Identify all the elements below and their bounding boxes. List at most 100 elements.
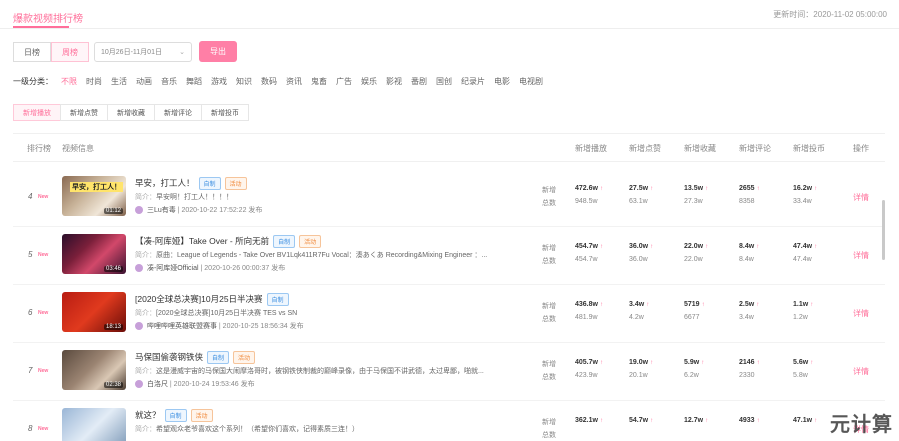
category-item[interactable]: 知识	[236, 76, 252, 87]
coin-total: 47.4w	[793, 256, 812, 263]
up-arrow-icon: ↑	[756, 302, 760, 308]
category-item[interactable]: 国创	[436, 76, 452, 87]
day-rank-button[interactable]: 日榜	[13, 42, 51, 62]
table-row[interactable]: 4 New 早安，打工人！ 01:12 早安，打工人！ 自制 活动 简介：早安啊！打…	[0, 170, 899, 227]
coin-increase: 16.2w ↑	[793, 185, 818, 192]
table-row[interactable]: 7 New 02:38 马保国偷袭钢铁侠 自制 活动 简介：这是漫威宇宙的马保国大闹…	[0, 344, 899, 401]
avatar[interactable]	[135, 380, 143, 389]
uploader-name[interactable]: 凑-阿库娅Official	[147, 265, 199, 272]
total-label: 总数	[542, 316, 556, 323]
video-thumbnail[interactable]: 03:46	[62, 234, 126, 274]
new-badge: New	[38, 426, 49, 432]
category-item[interactable]: 生活	[111, 76, 127, 87]
event-badge: 活动	[233, 351, 256, 365]
video-title[interactable]: 就这？ 自制 活动	[135, 409, 213, 423]
uploader-name[interactable]: 三Lu有毒	[147, 207, 176, 214]
category-item[interactable]: 不限	[61, 76, 77, 87]
coin-total: 33.4w	[793, 198, 812, 205]
metric-tab[interactable]: 新增投币	[201, 104, 249, 121]
divider	[13, 161, 885, 162]
comment-increase: 4933 ↑	[739, 417, 760, 424]
play-increase: 405.7w ↑	[575, 359, 603, 366]
detail-link[interactable]: 详情	[853, 250, 869, 261]
up-arrow-icon: ↑	[756, 360, 760, 366]
category-item[interactable]: 游戏	[211, 76, 227, 87]
up-arrow-icon: ↑	[810, 360, 814, 366]
video-meta: 三Lu有毒 | 2020-10-22 17:52:22 发布	[135, 205, 262, 215]
avatar[interactable]	[135, 264, 143, 273]
uploader-name[interactable]: 白洛尺	[147, 381, 168, 388]
video-thumbnail[interactable]	[62, 408, 126, 441]
category-item[interactable]: 电视剧	[519, 76, 543, 87]
video-thumbnail[interactable]: 早安，打工人！ 01:12	[62, 176, 126, 216]
metric-tab[interactable]: 新增播放	[13, 104, 61, 121]
like-total: 36.0w	[629, 256, 648, 263]
header-play: 新增播放	[575, 144, 607, 153]
category-item[interactable]: 番剧	[411, 76, 427, 87]
date-range-select[interactable]: 10月26日-11月01日 ⌄	[94, 42, 192, 62]
uploader-name[interactable]: 哔哩哔哩英雄联盟赛事	[147, 323, 217, 330]
video-title[interactable]: 【凑-阿库娅】Take Over - 所向无前 自制 活动	[135, 235, 322, 249]
video-title[interactable]: 马保国偷袭钢铁侠 自制 活动	[135, 351, 256, 365]
category-item[interactable]: 鬼畜	[311, 76, 327, 87]
like-increase: 27.5w ↑	[629, 185, 654, 192]
category-item[interactable]: 纪录片	[461, 76, 485, 87]
video-duration: 18:13	[103, 324, 123, 330]
new-badge: New	[38, 368, 49, 374]
video-meta: 哔哩哔哩英雄联盟赛事 | 2020-10-25 18:56:34 发布	[135, 321, 304, 331]
increase-label: 新增	[542, 303, 556, 310]
like-increase: 54.7w ↑	[629, 417, 654, 424]
play-total: 423.9w	[575, 372, 598, 379]
up-arrow-icon: ↑	[756, 418, 760, 424]
metric-tab[interactable]: 新增评论	[154, 104, 202, 121]
metric-tab[interactable]: 新增点赞	[60, 104, 108, 121]
coin-increase: 47.1w ↑	[793, 417, 818, 424]
category-filter: 一级分类： 不限 时尚 生活 动画 音乐 舞蹈 游戏 知识 数码 资讯 鬼畜 广告 娱乐 影视 番剧 国创 纪录…	[13, 76, 552, 87]
divider	[0, 28, 899, 29]
top-tab[interactable]: 爆款视频排行榜	[13, 10, 83, 25]
export-button[interactable]: 导出	[199, 41, 237, 62]
avatar[interactable]	[135, 322, 143, 331]
category-item[interactable]: 动画	[136, 76, 152, 87]
detail-link[interactable]: 详情	[853, 366, 869, 377]
category-item[interactable]: 数码	[261, 76, 277, 87]
up-arrow-icon: ↑	[599, 186, 603, 192]
category-item[interactable]: 资讯	[286, 76, 302, 87]
table-row[interactable]: 8 New 就这？ 自制 活动 简介：希望观众老爷喜欢这个系列！（希望你们喜欢，记得…	[0, 402, 899, 441]
video-title[interactable]: 早安，打工人！ 自制 活动	[135, 177, 247, 191]
play-increase: 436.8w ↑	[575, 301, 603, 308]
video-thumbnail[interactable]: 02:38	[62, 350, 126, 390]
video-description: 简介：早安啊！打工人！！！！	[135, 194, 233, 201]
play-total: 454.7w	[575, 256, 598, 263]
category-item[interactable]: 电影	[494, 76, 510, 87]
category-item[interactable]: 娱乐	[361, 76, 377, 87]
fav-total: 6677	[684, 314, 700, 321]
video-thumbnail[interactable]: 18:13	[62, 292, 126, 332]
category-item[interactable]: 时尚	[86, 76, 102, 87]
rank-number: 4	[28, 192, 33, 201]
chevron-down-icon: ⌄	[179, 49, 185, 56]
scrollbar[interactable]	[882, 200, 885, 260]
fav-increase: 13.5w ↑	[684, 185, 709, 192]
increase-label: 新增	[542, 187, 556, 194]
category-item[interactable]: 舞蹈	[186, 76, 202, 87]
avatar[interactable]	[135, 206, 143, 215]
divider	[13, 133, 885, 134]
publish-date: 2020-10-22 17:52:22	[181, 207, 247, 214]
play-total: 481.9w	[575, 314, 598, 321]
fav-increase: 12.7w ↑	[684, 417, 709, 424]
week-rank-button[interactable]: 周榜	[51, 42, 89, 62]
detail-link[interactable]: 详情	[853, 192, 869, 203]
category-item[interactable]: 影视	[386, 76, 402, 87]
fav-total: 6.2w	[684, 372, 699, 379]
thumbnail-caption: 早安，打工人！	[70, 182, 123, 192]
detail-link[interactable]: 详情	[853, 308, 869, 319]
table-row[interactable]: 6 New 18:13 [2020全球总决赛]10月25日半决赛 自制 简介：[2…	[0, 286, 899, 343]
metric-tab[interactable]: 新增收藏	[107, 104, 155, 121]
video-title[interactable]: [2020全球总决赛]10月25日半决赛 自制	[135, 293, 289, 307]
category-item[interactable]: 广告	[336, 76, 352, 87]
up-arrow-icon: ↑	[650, 186, 654, 192]
table-row[interactable]: 5 New 03:46 【凑-阿库娅】Take Over - 所向无前 自制 活动 …	[0, 228, 899, 285]
category-item[interactable]: 音乐	[161, 76, 177, 87]
divider	[13, 284, 885, 285]
